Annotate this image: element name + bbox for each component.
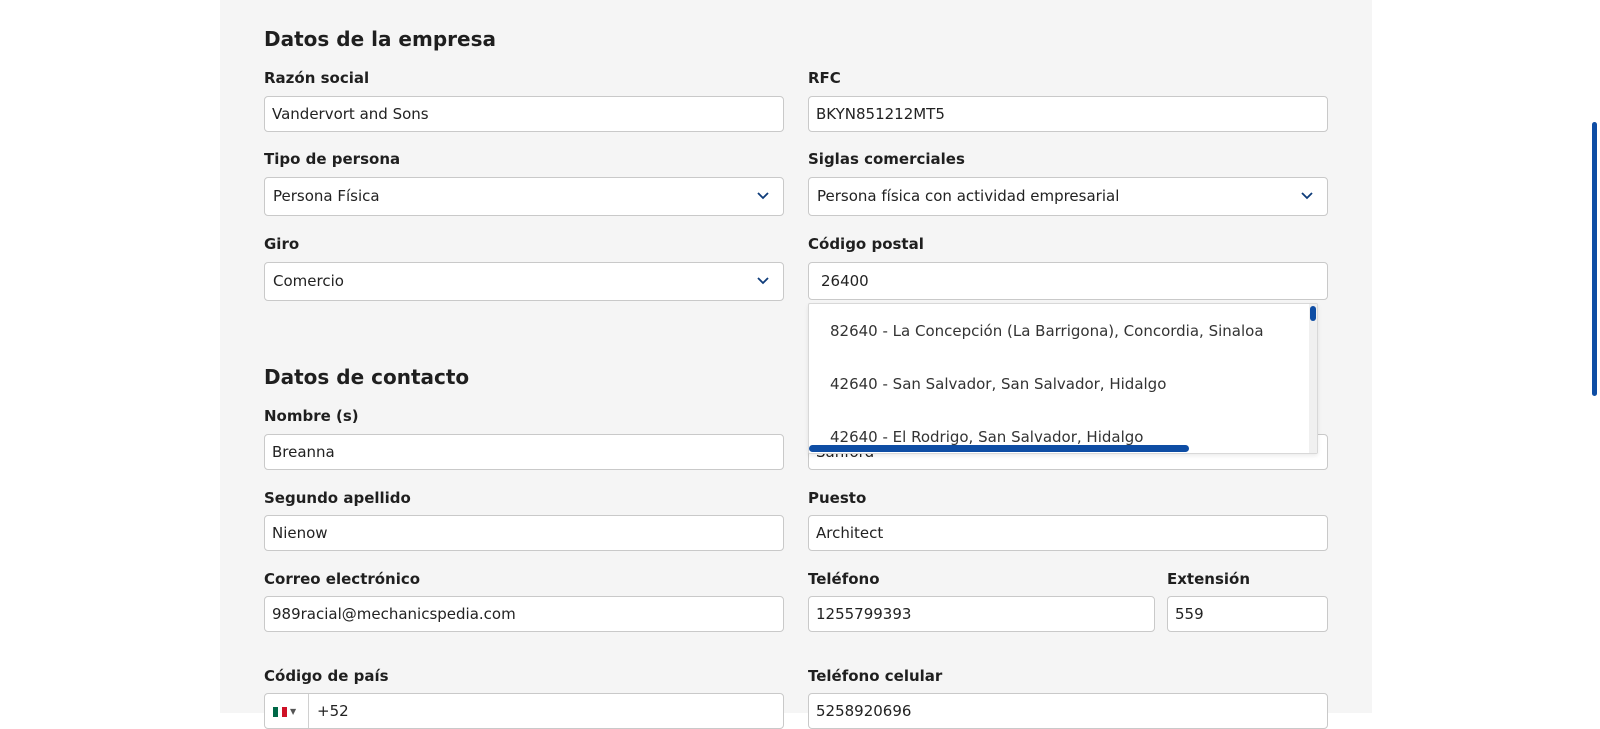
page-scrollbar-thumb[interactable] — [1592, 122, 1597, 396]
razon-social-label: Razón social — [264, 69, 370, 87]
tipo-persona-select[interactable]: Persona Física — [264, 177, 784, 216]
telefono-input[interactable]: 1255799393 — [808, 596, 1155, 632]
rfc-label: RFC — [808, 69, 841, 87]
chevron-down-icon — [757, 277, 769, 285]
codigo-postal-label: Código postal — [808, 235, 924, 253]
tipo-persona-label: Tipo de persona — [264, 150, 401, 168]
postal-option[interactable]: 42640 - San Salvador, San Salvador, Hida… — [830, 375, 1166, 393]
correo-input[interactable]: 989racial@mechanicspedia.com — [264, 596, 784, 632]
codigo-pais-value: +52 — [317, 702, 349, 720]
nombre-label: Nombre (s) — [264, 407, 359, 425]
mexico-flag-icon[interactable]: ▼ — [273, 702, 299, 722]
celular-input[interactable]: 5258920696 — [808, 693, 1328, 729]
dropdown-vertical-scroll-thumb[interactable] — [1310, 306, 1316, 321]
codigo-pais-input[interactable]: ▼ +52 — [264, 693, 784, 729]
postal-option[interactable]: 42640 - El Rodrigo, San Salvador, Hidalg… — [830, 428, 1143, 446]
dropdown-horizontal-scroll-thumb[interactable] — [809, 445, 1189, 452]
chevron-down-icon — [757, 192, 769, 200]
siglas-label: Siglas comerciales — [808, 150, 965, 168]
puesto-input[interactable]: Architect — [808, 515, 1328, 551]
dropdown-vertical-scrollbar[interactable] — [1309, 304, 1317, 453]
puesto-label: Puesto — [808, 489, 867, 507]
rfc-input[interactable]: BKYN851212MT5 — [808, 96, 1328, 132]
tipo-persona-value: Persona Física — [273, 187, 380, 205]
divider — [308, 694, 309, 728]
postal-option[interactable]: 82640 - La Concepción (La Barrigona), Co… — [830, 322, 1264, 340]
razon-social-input[interactable]: Vandervort and Sons — [264, 96, 784, 132]
celular-label: Teléfono celular — [808, 667, 943, 685]
chevron-down-icon — [1301, 192, 1313, 200]
postal-suggestions-dropdown[interactable]: 82640 - La Concepción (La Barrigona), Co… — [808, 303, 1318, 454]
company-section-title: Datos de la empresa — [264, 27, 496, 51]
giro-label: Giro — [264, 235, 300, 253]
telefono-label: Teléfono — [808, 570, 880, 588]
extension-label: Extensión — [1167, 570, 1250, 588]
codigo-pais-label: Código de país — [264, 667, 389, 685]
contact-section-title: Datos de contacto — [264, 365, 470, 389]
siglas-value: Persona física con actividad empresarial — [817, 187, 1120, 205]
giro-value: Comercio — [273, 272, 344, 290]
correo-label: Correo electrónico — [264, 570, 421, 588]
codigo-postal-input[interactable]: 26400 — [808, 262, 1328, 300]
segundo-apellido-label: Segundo apellido — [264, 489, 411, 507]
nombre-input[interactable]: Breanna — [264, 434, 784, 470]
caret-down-icon: ▼ — [290, 707, 297, 716]
giro-select[interactable]: Comercio — [264, 262, 784, 301]
extension-input[interactable]: 559 — [1167, 596, 1328, 632]
siglas-select[interactable]: Persona física con actividad empresarial — [808, 177, 1328, 216]
segundo-apellido-input[interactable]: Nienow — [264, 515, 784, 551]
